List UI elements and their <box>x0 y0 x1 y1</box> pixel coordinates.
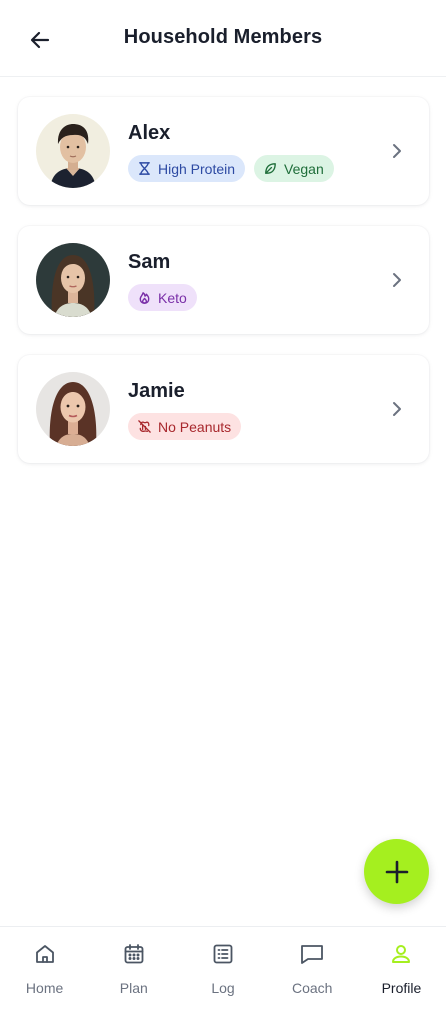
tab-label: Home <box>25 980 64 996</box>
member-name: Jamie <box>128 380 185 402</box>
list-icon <box>210 941 236 967</box>
diet-tag: Vegan <box>254 155 334 182</box>
tab-label: Coach <box>291 980 333 996</box>
tab-label: Plan <box>119 980 148 996</box>
tab-log[interactable]: Log <box>178 927 267 1011</box>
no-peanut-icon <box>138 420 151 433</box>
member-card-alex[interactable]: Alex High Protein Vegan <box>18 97 429 205</box>
member-card-sam[interactable]: Sam Keto <box>18 226 429 334</box>
add-member-button[interactable] <box>364 839 429 904</box>
diet-tag: Keto <box>128 284 197 311</box>
tab-home[interactable]: Home <box>0 927 89 1011</box>
home-icon <box>32 941 58 967</box>
tab-profile[interactable]: Profile <box>357 927 446 1011</box>
user-icon <box>388 941 414 967</box>
chevron-right-icon <box>387 397 407 421</box>
diet-tags: No Peanuts <box>128 413 242 440</box>
calendar-icon <box>121 941 147 967</box>
dumbbell-icon <box>139 162 150 175</box>
avatar <box>36 114 110 188</box>
tab-label: Profile <box>381 980 422 996</box>
diet-tag: No Peanuts <box>128 413 242 440</box>
avatar <box>36 372 110 446</box>
diet-tags: High Protein Vegan <box>128 155 334 182</box>
avatar <box>36 243 110 317</box>
member-card-jamie[interactable]: Jamie No Peanuts <box>18 355 429 463</box>
chevron-right-icon <box>387 268 407 292</box>
diet-tag: High Protein <box>128 155 246 182</box>
plus-icon <box>385 860 408 883</box>
leaf-icon <box>265 163 276 174</box>
tab-coach[interactable]: Coach <box>268 927 357 1011</box>
tab-label: Log <box>211 980 235 996</box>
app-header: Household Members <box>0 0 446 77</box>
diet-tags: Keto <box>128 284 197 311</box>
page-title: Household Members <box>123 26 323 48</box>
chevron-right-icon <box>387 139 407 163</box>
member-list: Alex High Protein Vegan Sam Keto Jamie N… <box>18 97 429 484</box>
chat-icon <box>299 941 325 967</box>
member-name: Alex <box>128 122 171 144</box>
flame-icon <box>139 292 150 304</box>
tab-plan[interactable]: Plan <box>89 927 178 1011</box>
bottom-tab-bar: Home Plan Log Coach Profile <box>0 926 446 1011</box>
member-name: Sam <box>128 251 171 273</box>
